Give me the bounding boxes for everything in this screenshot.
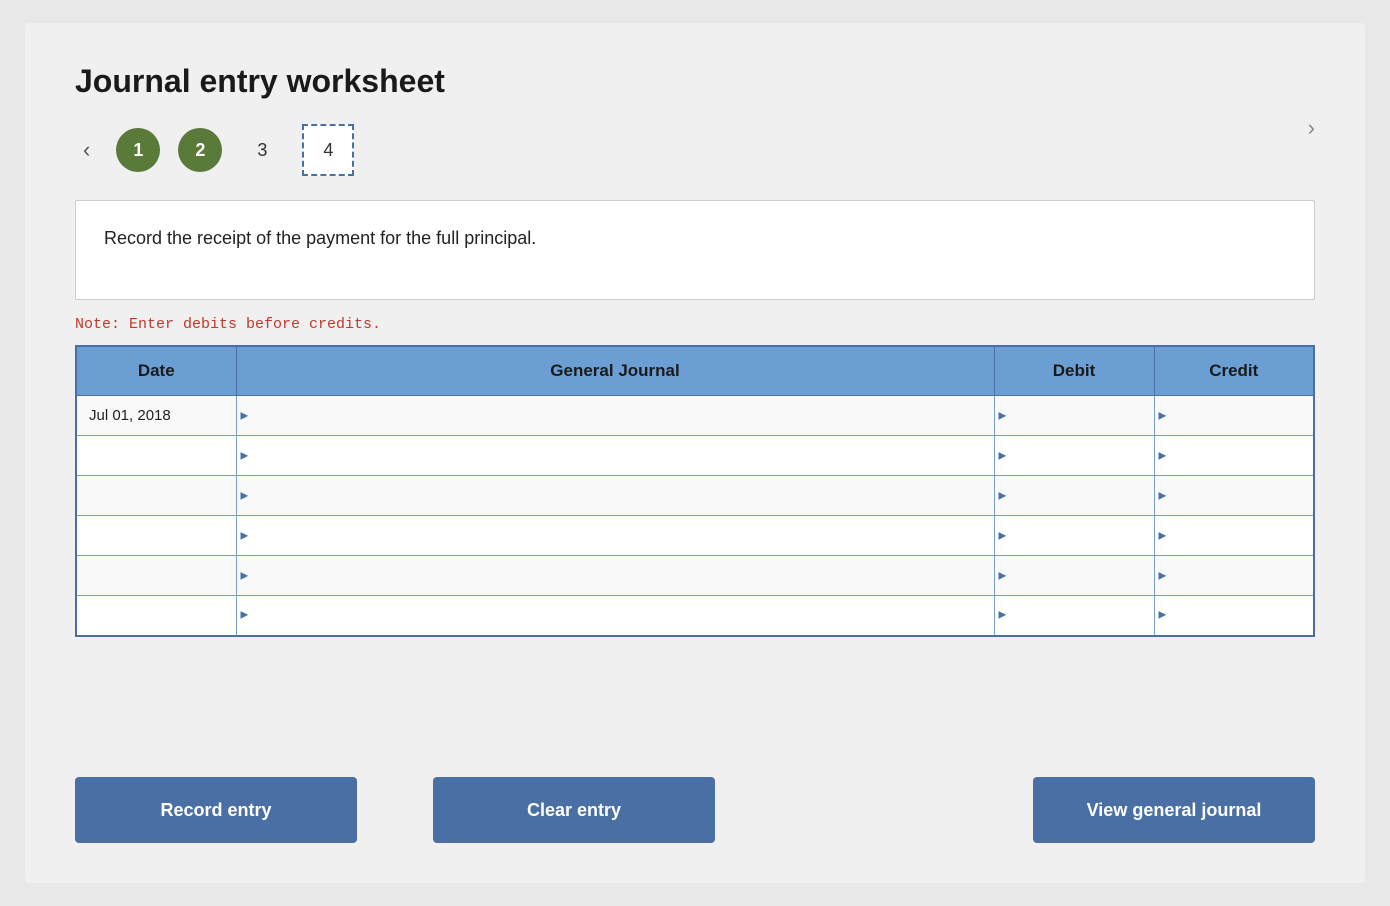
credit-cell-5[interactable] [1154,556,1314,596]
date-cell-1: Jul 01, 2018 [76,396,236,436]
credit-cell-4[interactable] [1154,516,1314,556]
journal-cell-6[interactable] [236,596,994,636]
journal-input-5[interactable] [237,556,994,595]
credit-input-2[interactable] [1155,436,1314,475]
debit-input-4[interactable] [995,516,1154,555]
debit-cell-2[interactable] [994,436,1154,476]
table-row [76,596,1314,636]
debit-input-5[interactable] [995,556,1154,595]
date-cell-5 [76,556,236,596]
step-1[interactable]: 1 [116,128,160,172]
view-general-journal-button[interactable]: View general journal [1033,777,1315,843]
debit-input-3[interactable] [995,476,1154,515]
page-title: Journal entry worksheet [75,63,1315,100]
journal-cell-3[interactable] [236,476,994,516]
credit-cell-2[interactable] [1154,436,1314,476]
credit-input-5[interactable] [1155,556,1314,595]
journal-input-2[interactable] [237,436,994,475]
journal-input-4[interactable] [237,516,994,555]
step-2[interactable]: 2 [178,128,222,172]
note-text: Note: Enter debits before credits. [75,316,1315,333]
instruction-text: Record the receipt of the payment for th… [104,225,1286,252]
debit-cell-6[interactable] [994,596,1154,636]
credit-input-4[interactable] [1155,516,1314,555]
debit-cell-4[interactable] [994,516,1154,556]
debit-cell-3[interactable] [994,476,1154,516]
date-cell-6 [76,596,236,636]
table-row: Jul 01, 2018 [76,396,1314,436]
table-header-row: Date General Journal Debit Credit [76,346,1314,396]
date-cell-4 [76,516,236,556]
table-row [76,556,1314,596]
journal-cell-4[interactable] [236,516,994,556]
journal-input-6[interactable] [237,596,994,635]
credit-cell-6[interactable] [1154,596,1314,636]
date-cell-2 [76,436,236,476]
debit-input-1[interactable] [995,396,1154,435]
step-3[interactable]: 3 [240,128,284,172]
journal-cell-2[interactable] [236,436,994,476]
header-credit: Credit [1154,346,1314,396]
instruction-box: Record the receipt of the payment for th… [75,200,1315,300]
header-date: Date [76,346,236,396]
credit-input-3[interactable] [1155,476,1314,515]
prev-arrow[interactable]: ‹ [75,133,98,167]
journal-table: Date General Journal Debit Credit Jul 01… [75,345,1315,637]
credit-cell-1[interactable] [1154,396,1314,436]
credit-input-6[interactable] [1155,596,1314,635]
debit-input-2[interactable] [995,436,1154,475]
credit-input-1[interactable] [1155,396,1314,435]
table-row [76,516,1314,556]
debit-cell-1[interactable] [994,396,1154,436]
journal-cell-5[interactable] [236,556,994,596]
journal-input-1[interactable] [237,396,994,435]
date-cell-3 [76,476,236,516]
header-debit: Debit [994,346,1154,396]
next-arrow[interactable]: › [1308,115,1315,141]
credit-cell-3[interactable] [1154,476,1314,516]
table-row [76,476,1314,516]
journal-cell-1[interactable] [236,396,994,436]
step-4-selected[interactable]: 4 [302,124,354,176]
step-navigation: ‹ 1 2 3 4 › [75,124,1315,176]
debit-cell-5[interactable] [994,556,1154,596]
journal-input-3[interactable] [237,476,994,515]
record-entry-button[interactable]: Record entry [75,777,357,843]
clear-entry-button[interactable]: Clear entry [433,777,715,843]
button-row: Record entry Clear entry View general jo… [75,777,1315,843]
main-container: Journal entry worksheet ‹ 1 2 3 4 › Reco… [25,23,1365,883]
header-journal: General Journal [236,346,994,396]
table-row [76,436,1314,476]
debit-input-6[interactable] [995,596,1154,635]
